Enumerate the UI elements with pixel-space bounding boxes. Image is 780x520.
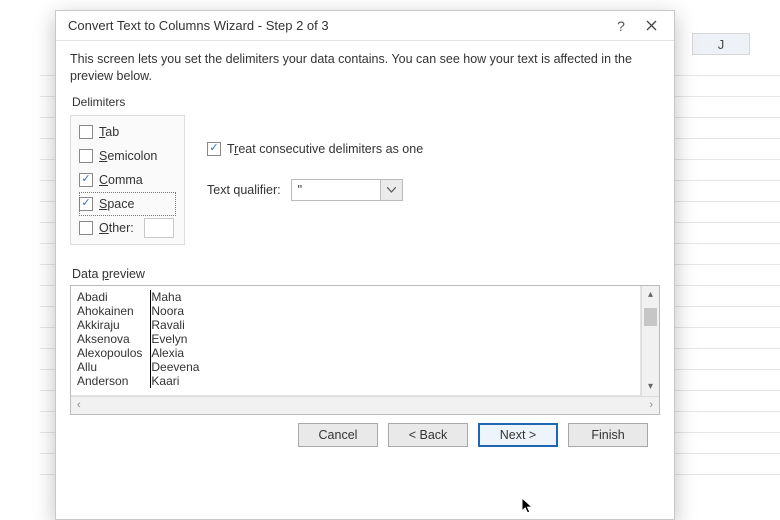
vertical-scrollbar[interactable]: ▴ ▾	[641, 286, 659, 396]
next-button[interactable]: Next >	[478, 423, 558, 447]
delimiter-other-input[interactable]	[144, 218, 174, 238]
data-preview-content[interactable]: Abadi MahaAhokainen NooraAkkiraju Ravali…	[71, 286, 641, 396]
checkbox-icon	[79, 173, 93, 187]
checkbox-icon	[79, 125, 93, 139]
horizontal-scrollbar[interactable]: ‹ ›	[71, 396, 659, 414]
dialog-footer: Cancel < Back Next > Finish	[70, 415, 660, 447]
text-to-columns-dialog: Convert Text to Columns Wizard - Step 2 …	[55, 10, 675, 520]
intro-text: This screen lets you set the delimiters …	[70, 51, 660, 85]
delimiters-group: Tab Semicolon Comma Space Other:	[70, 115, 185, 245]
text-qualifier-label: Text qualifier:	[207, 183, 281, 197]
data-preview-box: Abadi MahaAhokainen NooraAkkiraju Ravali…	[70, 285, 660, 415]
cancel-button[interactable]: Cancel	[298, 423, 378, 447]
scroll-up-icon: ▴	[642, 286, 659, 304]
scroll-left-icon: ‹	[77, 399, 81, 411]
table-row: AlexopoulosAlexia	[77, 346, 207, 360]
delimiter-comma[interactable]: Comma	[79, 168, 176, 192]
table-row: Aksenova Evelyn	[77, 332, 207, 346]
back-button[interactable]: < Back	[388, 423, 468, 447]
help-button[interactable]: ?	[606, 18, 636, 34]
checkbox-icon	[79, 149, 93, 163]
delimiter-space[interactable]: Space	[79, 192, 176, 216]
finish-button[interactable]: Finish	[568, 423, 648, 447]
text-qualifier-value: "	[292, 180, 380, 200]
dialog-title: Convert Text to Columns Wizard - Step 2 …	[68, 18, 606, 33]
table-row: Anderson Kaari	[77, 374, 207, 388]
checkbox-icon	[79, 221, 93, 235]
table-row: Abadi Maha	[77, 290, 207, 304]
preview-table: Abadi MahaAhokainen NooraAkkiraju Ravali…	[77, 290, 207, 388]
text-qualifier-dropdown[interactable]: "	[291, 179, 403, 201]
table-row: Ahokainen Noora	[77, 304, 207, 318]
close-button[interactable]	[636, 18, 666, 34]
scrollbar-thumb[interactable]	[644, 308, 657, 326]
close-icon	[646, 20, 657, 31]
delimiter-options: Treat consecutive delimiters as one Text…	[207, 115, 423, 245]
table-row: Akkiraju Ravali	[77, 318, 207, 332]
chevron-down-icon	[380, 180, 402, 200]
table-row: Allu Deevena	[77, 360, 207, 374]
treat-consecutive-checkbox[interactable]: Treat consecutive delimiters as one	[207, 137, 423, 161]
checkbox-icon	[79, 197, 93, 211]
dialog-titlebar: Convert Text to Columns Wizard - Step 2 …	[56, 11, 674, 41]
delimiter-other[interactable]: Other:	[79, 216, 176, 240]
checkbox-icon	[207, 142, 221, 156]
delimiter-semicolon[interactable]: Semicolon	[79, 144, 176, 168]
scroll-right-icon: ›	[649, 399, 653, 411]
data-preview-heading: Data preview	[72, 267, 660, 281]
scroll-down-icon: ▾	[642, 378, 659, 396]
delimiters-heading: Delimiters	[72, 95, 660, 109]
column-header-J[interactable]: J	[692, 33, 750, 55]
delimiter-tab[interactable]: Tab	[79, 120, 176, 144]
